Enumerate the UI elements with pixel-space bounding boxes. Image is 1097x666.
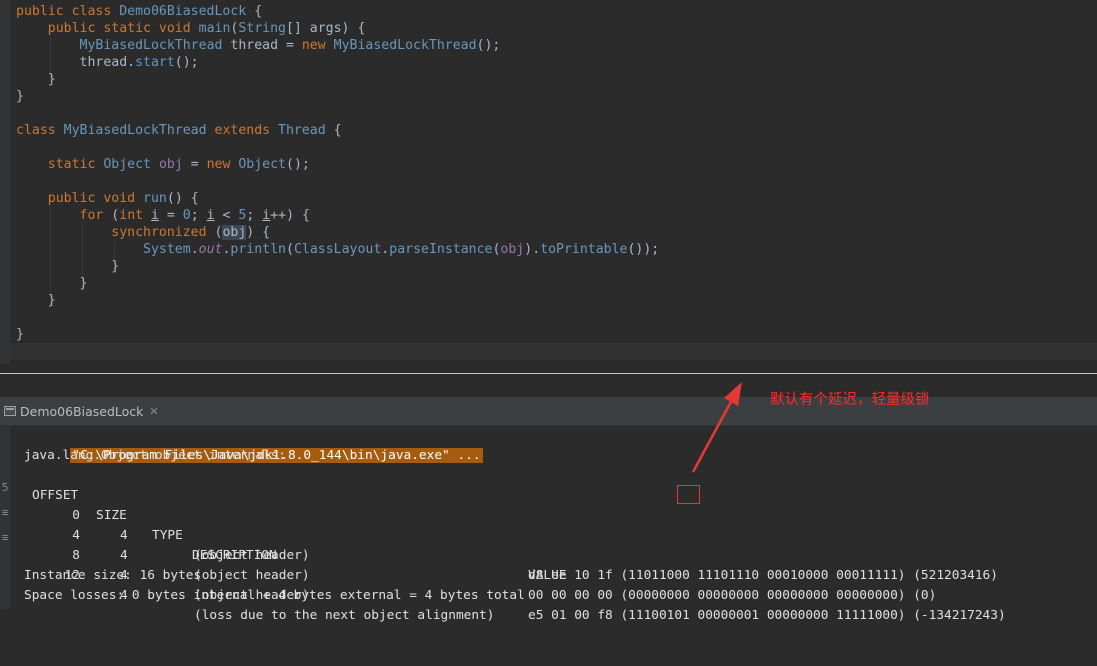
biased-lock-bits-highlight xyxy=(677,485,700,504)
code-line-20[interactable]: } xyxy=(16,326,24,343)
run-tab-bar: Demo06BiasedLock ✕ xyxy=(0,397,1097,426)
code-line-16[interactable]: } xyxy=(16,258,119,275)
run-tab[interactable]: Demo06BiasedLock ✕ xyxy=(0,397,160,425)
code-editor[interactable]: public class Demo06BiasedLock { public s… xyxy=(0,0,1097,364)
run-toolbar: 5 ≡ ≡ xyxy=(0,426,10,609)
code-line-12[interactable]: public void run() { xyxy=(16,190,199,207)
code-line-14[interactable]: synchronized (obj) { xyxy=(16,224,270,241)
table-row: 0 4 (object header) d8 ee 10 1f (1101100… xyxy=(24,486,1097,583)
code-line-17[interactable]: } xyxy=(16,275,88,292)
console-line-title: java.lang.Object object internals: xyxy=(24,448,286,463)
code-line-5[interactable]: } xyxy=(16,71,56,88)
run-tool-window: Demo06BiasedLock ✕ 5 ≡ ≡ "C:\Program Fil… xyxy=(0,397,1097,623)
row-value: e5 01 00 f8 (11100101 00000001 00000000 … xyxy=(528,608,1006,623)
row-value: 00 00 00 00 (00000000 00000000 00000000 … xyxy=(528,588,937,603)
code-line-18[interactable]: } xyxy=(16,292,56,309)
console-output[interactable]: "C:\Program Files\Java\jdk1.8.0_144\bin\… xyxy=(24,426,1097,623)
current-line-highlight xyxy=(10,343,1097,360)
panel-splitter[interactable] xyxy=(0,364,1097,397)
code-line-13[interactable]: for (int i = 0; i < 5; i++) { xyxy=(16,207,310,224)
rerun-icon[interactable]: 5 xyxy=(0,481,10,494)
console-line-command: "C:\Program Files\Java\jdk1.8.0_144\bin\… xyxy=(24,426,483,463)
row-value: d8 ee 10 1f (11011000 11101110 00010000 … xyxy=(528,568,998,583)
row-description: (loss due to the next object alignment) xyxy=(194,608,495,623)
editor-gutter xyxy=(0,0,10,364)
console-icon xyxy=(4,406,16,416)
table-row: 4 4 (object header) 00 00 00 00 (0000000… xyxy=(24,506,1097,603)
code-line-4[interactable]: thread.start(); xyxy=(16,54,199,71)
console-table-header: OFFSET SIZE TYPE DESCRIPTION VALUE xyxy=(24,466,1097,583)
annotation-text: 默认有个延迟，轻量级锁 xyxy=(770,392,930,408)
table-row: 12 4 (loss due to the next object alignm… xyxy=(24,546,1097,623)
code-line-15[interactable]: System.out.println(ClassLayout.parseInst… xyxy=(16,241,659,258)
console-space-losses: Space losses: 0 bytes internal + 4 bytes… xyxy=(24,588,525,603)
run-tab-label: Demo06BiasedLock xyxy=(20,403,144,419)
code-line-2[interactable]: public static void main(String[] args) { xyxy=(16,20,366,37)
close-icon[interactable]: ✕ xyxy=(149,405,158,418)
row-description: (object header) xyxy=(194,568,310,583)
code-line-6[interactable]: } xyxy=(16,88,24,105)
code-line-10[interactable]: static Object obj = new Object(); xyxy=(16,156,310,173)
code-line-1[interactable]: public class Demo06BiasedLock { xyxy=(16,3,262,20)
code-line-3[interactable]: MyBiasedLockThread thread = new MyBiased… xyxy=(16,37,501,54)
scroll-to-end-icon[interactable]: ≡ xyxy=(0,531,10,544)
splitter-divider xyxy=(0,373,1097,374)
code-line-8[interactable]: class MyBiasedLockThread extends Thread … xyxy=(16,122,342,139)
table-row: 8 4 (object header) e5 01 00 f8 (1110010… xyxy=(24,526,1097,623)
soft-wrap-icon[interactable]: ≡ xyxy=(0,506,10,519)
console-instance-size: Instance size: 16 bytes xyxy=(24,568,202,583)
